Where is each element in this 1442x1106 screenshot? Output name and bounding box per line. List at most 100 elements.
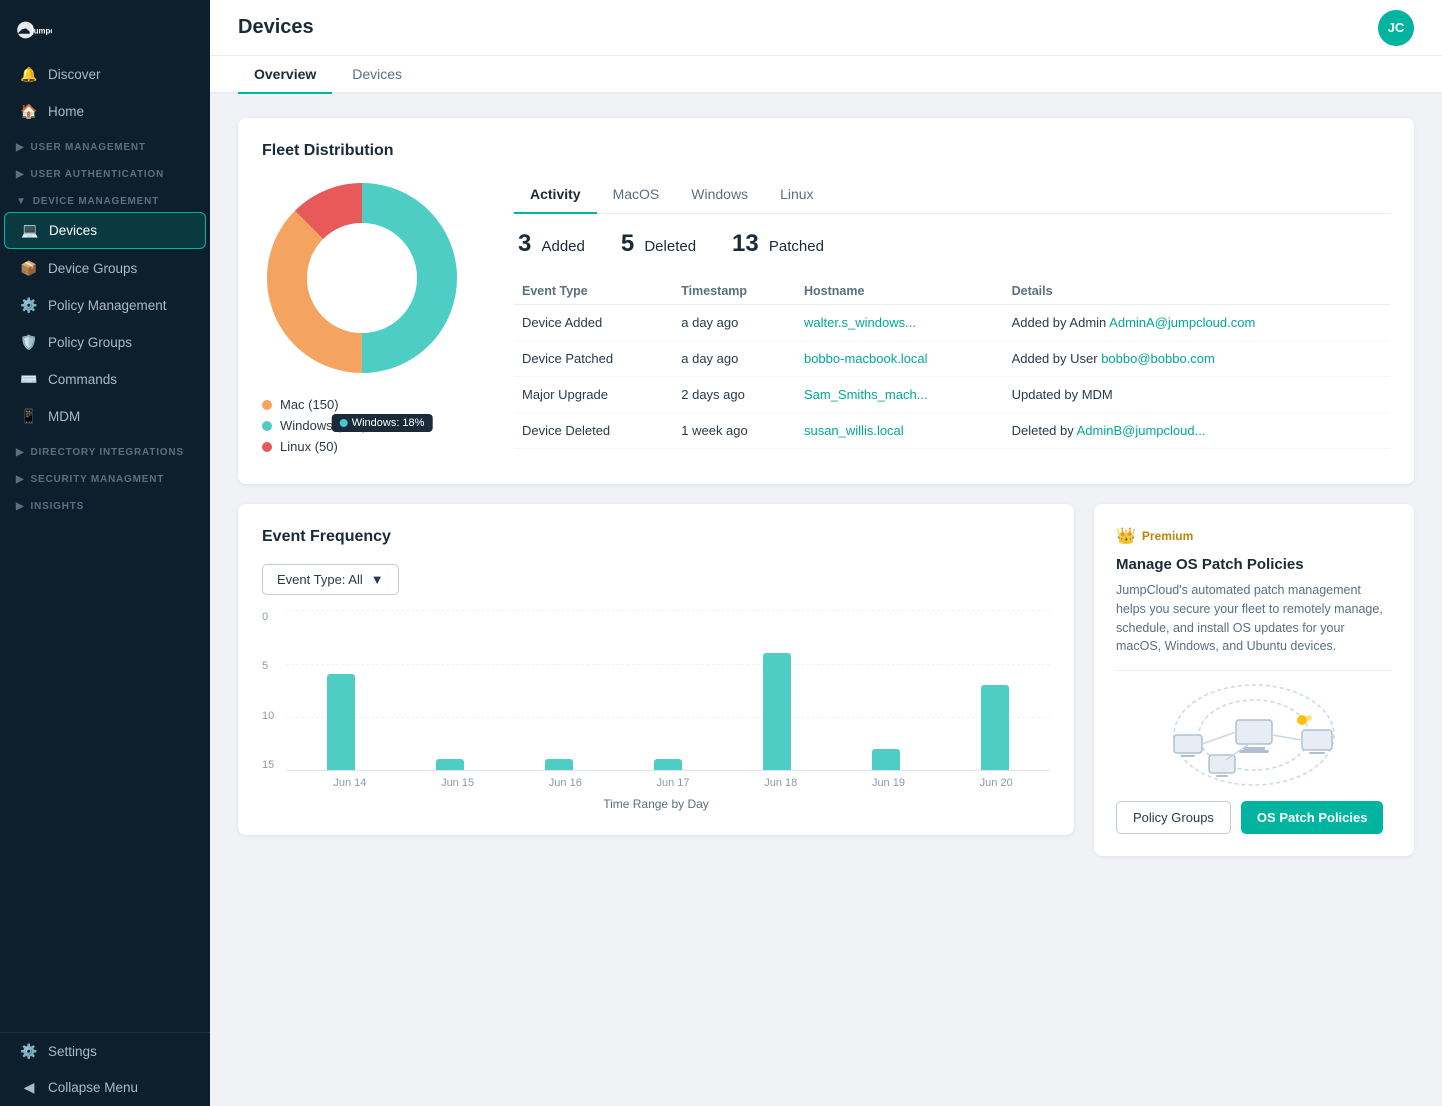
bar-group bbox=[613, 611, 722, 770]
section-insights[interactable]: ▶ INSIGHTS bbox=[0, 489, 210, 516]
nav-commands[interactable]: ⌨️ Commands bbox=[4, 362, 206, 397]
fleet-distribution-title: Fleet Distribution bbox=[262, 142, 1390, 160]
nav-policy-management[interactable]: ⚙️ Policy Management bbox=[4, 288, 206, 323]
cell-hostname[interactable]: susan_willis.local bbox=[796, 413, 1004, 449]
nav-settings[interactable]: ⚙️ Settings bbox=[4, 1034, 206, 1069]
jumpcloud-logo-icon: ☁ jumpcloud. bbox=[16, 18, 52, 42]
bars-area bbox=[286, 611, 1050, 771]
section-security-management[interactable]: ▶ SECURITY MANAGMENT bbox=[0, 462, 210, 489]
nav-discover-label: Discover bbox=[48, 67, 101, 82]
policy-groups-button[interactable]: Policy Groups bbox=[1116, 801, 1231, 834]
section-directory-integrations[interactable]: ▶ DIRECTORY INTEGRATIONS bbox=[0, 435, 210, 462]
col-timestamp: Timestamp bbox=[673, 278, 796, 305]
activity-table: Event Type Timestamp Hostname Details De… bbox=[514, 278, 1390, 449]
nav-mdm-label: MDM bbox=[48, 409, 80, 424]
bar-group bbox=[941, 611, 1050, 770]
stat-deleted: 5 Deleted bbox=[617, 230, 696, 258]
devices-icon: 💻 bbox=[21, 222, 39, 239]
bar bbox=[981, 685, 1009, 770]
cell-timestamp: a day ago bbox=[673, 341, 796, 377]
donut-chart-svg bbox=[262, 178, 462, 378]
donut-chart-area: Windows: 18% Mac (150) Windows (200) bbox=[262, 178, 482, 460]
section-device-management[interactable]: ▼ DEVICE MANAGEMENT bbox=[0, 184, 210, 211]
x-label: Jun 18 bbox=[727, 777, 835, 789]
cell-event-type: Device Patched bbox=[514, 341, 673, 377]
nav-devices-label: Devices bbox=[49, 223, 97, 238]
premium-description: JumpCloud's automated patch management h… bbox=[1116, 581, 1392, 656]
premium-title: Manage OS Patch Policies bbox=[1116, 556, 1392, 573]
y-axis: 15 10 5 0 bbox=[262, 611, 286, 771]
nav-home[interactable]: 🏠 Home bbox=[4, 94, 206, 129]
nav-devices[interactable]: 💻 Devices bbox=[4, 212, 206, 249]
cell-hostname[interactable]: bobbo-macbook.local bbox=[796, 341, 1004, 377]
nav-mdm[interactable]: 📱 MDM bbox=[4, 399, 206, 434]
premium-divider bbox=[1116, 670, 1392, 671]
x-label: Jun 14 bbox=[296, 777, 404, 789]
activity-tab-activity[interactable]: Activity bbox=[514, 178, 597, 214]
mdm-icon: 📱 bbox=[20, 408, 38, 425]
premium-buttons: Policy Groups OS Patch Policies bbox=[1116, 801, 1392, 834]
x-label: Jun 19 bbox=[835, 777, 943, 789]
chevron-right-icon-sec: ▶ bbox=[16, 474, 25, 485]
chart-grid: 15 10 5 0 bbox=[262, 611, 1050, 771]
event-frequency-title: Event Frequency bbox=[262, 528, 1050, 546]
topbar: Devices JC bbox=[210, 0, 1442, 56]
tab-devices[interactable]: Devices bbox=[336, 56, 418, 94]
svg-text:jumpcloud.: jumpcloud. bbox=[31, 27, 52, 36]
policy-groups-icon: 🛡️ bbox=[20, 334, 38, 351]
stat-patched: 13 Patched bbox=[728, 230, 824, 258]
commands-icon: ⌨️ bbox=[20, 371, 38, 388]
nav-device-groups-label: Device Groups bbox=[48, 261, 137, 276]
chevron-right-icon: ▶ bbox=[16, 142, 25, 153]
cell-hostname[interactable]: walter.s_windows... bbox=[796, 305, 1004, 341]
os-patch-policies-button[interactable]: OS Patch Policies bbox=[1241, 801, 1384, 834]
nav-discover[interactable]: 🔔 Discover bbox=[4, 57, 206, 92]
cell-event-type: Device Added bbox=[514, 305, 673, 341]
activity-tab-macos[interactable]: MacOS bbox=[597, 178, 676, 214]
cell-details: Added by User bobbo@bobbo.com bbox=[1004, 341, 1390, 377]
bar bbox=[436, 759, 464, 770]
tab-overview[interactable]: Overview bbox=[238, 56, 332, 94]
event-frequency-card: Event Frequency Event Type: All ▼ 15 10 … bbox=[238, 504, 1074, 835]
chevron-right-icon-dir: ▶ bbox=[16, 447, 25, 458]
cell-timestamp: 1 week ago bbox=[673, 413, 796, 449]
bar-group bbox=[504, 611, 613, 770]
premium-label: Premium bbox=[1142, 529, 1193, 543]
col-details: Details bbox=[1004, 278, 1390, 305]
dropdown-arrow-icon: ▼ bbox=[371, 572, 384, 587]
nav-policy-groups[interactable]: 🛡️ Policy Groups bbox=[4, 325, 206, 360]
nav-settings-label: Settings bbox=[48, 1044, 97, 1059]
cell-details-link[interactable]: AdminB@jumpcloud... bbox=[1077, 423, 1206, 438]
nav-device-groups[interactable]: 📦 Device Groups bbox=[4, 251, 206, 286]
nav-collapse[interactable]: ◀ Collapse Menu bbox=[4, 1070, 206, 1105]
cell-details: Deleted by AdminB@jumpcloud... bbox=[1004, 413, 1390, 449]
nav-policy-groups-label: Policy Groups bbox=[48, 335, 132, 350]
col-event-type: Event Type bbox=[514, 278, 673, 305]
event-type-dropdown[interactable]: Event Type: All ▼ bbox=[262, 564, 399, 595]
nav-home-label: Home bbox=[48, 104, 84, 119]
event-frequency-row: Event Frequency Event Type: All ▼ 15 10 … bbox=[238, 504, 1414, 856]
bar-group bbox=[286, 611, 395, 770]
bar-group bbox=[832, 611, 941, 770]
x-label: Jun 20 bbox=[942, 777, 1050, 789]
legend-windows-dot bbox=[262, 421, 272, 431]
cell-hostname[interactable]: Sam_Smiths_mach... bbox=[796, 377, 1004, 413]
avatar[interactable]: JC bbox=[1378, 10, 1414, 46]
event-filter-area: Event Type: All ▼ bbox=[262, 564, 1050, 595]
discover-icon: 🔔 bbox=[20, 66, 38, 83]
cell-details-link[interactable]: AdminA@jumpcloud.com bbox=[1109, 315, 1255, 330]
table-row: Device Addeda day agowalter.s_windows...… bbox=[514, 305, 1390, 341]
nav-commands-label: Commands bbox=[48, 372, 117, 387]
activity-tab-linux[interactable]: Linux bbox=[764, 178, 829, 214]
section-user-authentication[interactable]: ▶ USER AUTHENTICATION bbox=[0, 157, 210, 184]
col-hostname: Hostname bbox=[796, 278, 1004, 305]
chevron-down-icon: ▼ bbox=[16, 196, 27, 207]
cell-details-link[interactable]: bobbo@bobbo.com bbox=[1101, 351, 1215, 366]
cell-timestamp: a day ago bbox=[673, 305, 796, 341]
settings-icon: ⚙️ bbox=[20, 1043, 38, 1060]
legend-linux-dot bbox=[262, 442, 272, 452]
activity-tab-windows[interactable]: Windows bbox=[675, 178, 764, 214]
cell-details: Updated by MDM bbox=[1004, 377, 1390, 413]
section-user-management[interactable]: ▶ USER MANAGEMENT bbox=[0, 130, 210, 157]
home-icon: 🏠 bbox=[20, 103, 38, 120]
